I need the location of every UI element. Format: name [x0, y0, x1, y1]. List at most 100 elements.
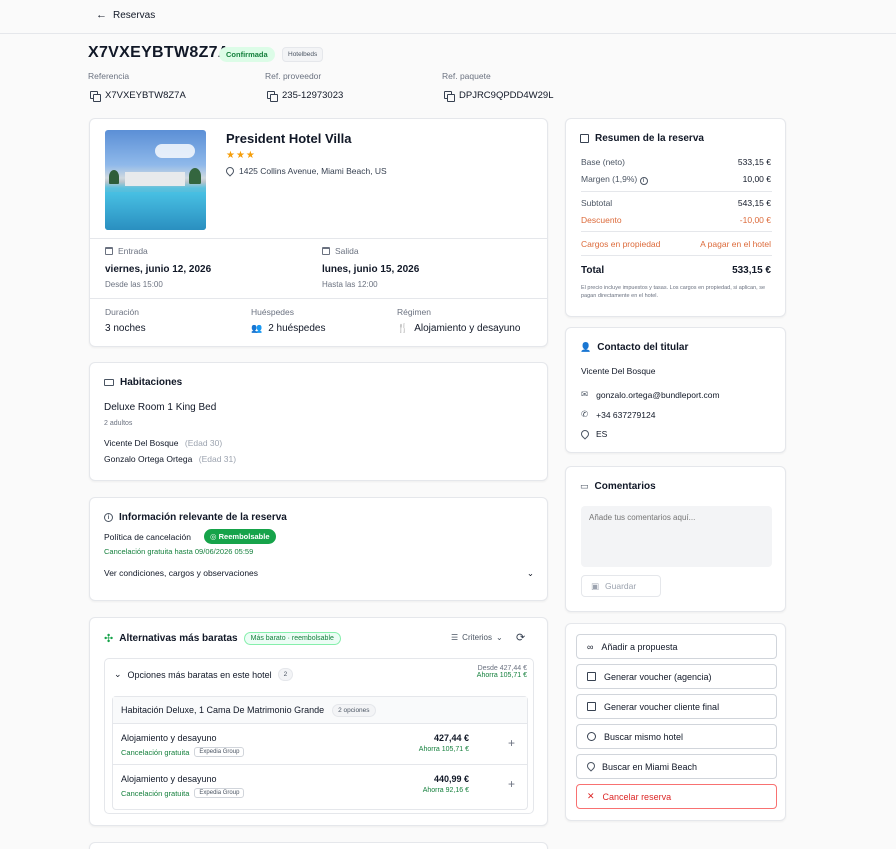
- rate-cancel-text: Cancelación gratuita: [121, 788, 190, 798]
- margin-value: 10,00 €: [742, 174, 771, 184]
- supplier-tag: Expedia Group: [194, 788, 245, 798]
- chevron-down-icon: ⌄: [526, 568, 534, 578]
- checkout-date: lunes, junio 15, 2026: [322, 264, 420, 275]
- add-to-proposal-label: Añadir a propuesta: [601, 641, 678, 652]
- chevron-down-icon: ⌄: [114, 669, 122, 679]
- voucher-agency-button[interactable]: Generar voucher (agencia): [576, 664, 777, 689]
- cancel-booking-button[interactable]: ✕ Cancelar reserva: [576, 784, 777, 809]
- copy-icon[interactable]: [90, 91, 101, 102]
- search-same-hotel-label: Buscar mismo hotel: [604, 731, 684, 742]
- board-value: 🍴 Alojamiento y desayuno: [397, 323, 520, 334]
- summary-title-text: Resumen de la reserva: [595, 133, 704, 144]
- search-destination-button[interactable]: Buscar en Miami Beach: [576, 754, 777, 779]
- rate-cancel: Cancelación gratuita Expedia Group: [121, 788, 245, 798]
- comments-card: ▭ Comentarios ▣ Guardar: [565, 466, 786, 612]
- supplier-tag: Expedia Group: [194, 747, 245, 757]
- star-rating: ★★★: [226, 150, 256, 161]
- summary-note: El precio incluye impuestos y tasas. Los…: [581, 285, 766, 299]
- voucher-client-button[interactable]: Generar voucher cliente final: [576, 694, 777, 719]
- contact-phone[interactable]: ✆ +34 637279124: [581, 409, 655, 420]
- group-count: 2: [277, 668, 294, 681]
- property-label: Cargos en propiedad: [581, 239, 661, 249]
- status-badge: Confirmada: [219, 47, 275, 62]
- rooms-card: Habitaciones Deluxe Room 1 King Bed 2 ad…: [89, 362, 548, 481]
- info-title-text: Información relevante de la reserva: [119, 512, 287, 523]
- subtotal-label: Subtotal: [581, 198, 613, 208]
- cancel-booking-label: Cancelar reserva: [602, 791, 672, 802]
- provider-ref-value[interactable]: 235-12973023: [267, 90, 344, 102]
- info-icon[interactable]: i: [639, 177, 648, 185]
- guest-name: Gonzalo Ortega Ortega: [104, 454, 193, 464]
- criteria-dropdown[interactable]: ☰ Criterios ⌄: [451, 633, 503, 642]
- cheaper-badge: Más barato · reembolsable: [243, 632, 341, 645]
- refundable-badge: ◎ Reembolsable: [204, 529, 276, 544]
- package-ref-value[interactable]: DPJRC9QPDD4W29L: [444, 90, 554, 102]
- map-pin-icon: [226, 167, 233, 176]
- discount-label: Descuento: [581, 215, 622, 225]
- rate-cancel: Cancelación gratuita Expedia Group: [121, 747, 245, 757]
- refresh-icon[interactable]: ⟳: [516, 631, 525, 644]
- summary-title: Resumen de la reserva: [580, 133, 704, 144]
- rooms-title-text: Habitaciones: [120, 377, 183, 388]
- back-label: Reservas: [113, 9, 156, 21]
- copy-icon[interactable]: [267, 91, 278, 102]
- room-occupancy: 2 adultos: [104, 420, 133, 427]
- comments-textarea[interactable]: [581, 506, 772, 567]
- hotel-photo: [105, 130, 206, 230]
- group-price: Desde 427,44 € Ahorra 105,71 €: [477, 665, 527, 679]
- voucher-agency-label: Generar voucher (agencia): [604, 671, 712, 682]
- back-link[interactable]: ← Reservas: [96, 9, 155, 21]
- comments-title-text: Comentarios: [594, 481, 656, 492]
- checkin-label: Entrada: [105, 246, 148, 256]
- info-icon: i: [104, 513, 113, 522]
- contact-country-text: ES: [596, 429, 608, 439]
- rate-board: Alojamiento y desayuno: [121, 733, 217, 743]
- guest-age: (Edad 31): [198, 454, 237, 464]
- ref-value[interactable]: X7VXEYBTW8Z7A: [90, 90, 186, 102]
- contact-email-text: gonzalo.ortega@bundleport.com: [596, 389, 720, 400]
- save-button[interactable]: ▣ Guardar: [581, 575, 661, 597]
- info-title: i Información relevante de la reserva: [104, 512, 287, 523]
- copy-icon[interactable]: [444, 91, 455, 102]
- margin-row: Margen (1,9%) i 10,00 €: [581, 174, 771, 185]
- add-option-icon[interactable]: +: [508, 777, 515, 791]
- add-to-proposal-button[interactable]: ∞ Añadir a propuesta: [576, 634, 777, 659]
- guests-value-text: 2 huéspedes: [268, 323, 326, 334]
- top-bar: ← Reservas: [0, 0, 896, 34]
- contact-name: Vicente Del Bosque: [581, 366, 656, 376]
- rate-board: Alojamiento y desayuno: [121, 774, 217, 784]
- conditions-toggle[interactable]: Ver condiciones, cargos y observaciones …: [104, 568, 534, 579]
- shield-check-icon: ◎: [210, 532, 217, 541]
- total-row: Total 533,15 €: [581, 265, 771, 276]
- guest-name: Vicente Del Bosque: [104, 438, 179, 448]
- total-value: 533,15 €: [732, 265, 771, 276]
- rate-price: 440,99 €: [433, 774, 469, 784]
- address-text: 1425 Collins Avenue, Miami Beach, US: [239, 166, 387, 176]
- subtotal-row: Subtotal 543,15 €: [581, 198, 771, 208]
- file-icon: [587, 672, 596, 681]
- file-icon: [587, 702, 596, 711]
- room-option-count: 2 opciones: [332, 703, 376, 717]
- provider-badge: Hotelbeds: [282, 47, 324, 62]
- checkin-time: Desde las 15:00: [105, 280, 163, 289]
- phone-icon: ✆: [581, 409, 589, 419]
- group-toggle[interactable]: ⌄ Opciones más baratas en este hotel 2: [114, 668, 294, 681]
- search-same-hotel-button[interactable]: Buscar mismo hotel: [576, 724, 777, 749]
- base-label: Base (neto): [581, 157, 625, 167]
- room-option-box: Habitación Deluxe, 1 Cama De Matrimonio …: [112, 696, 528, 810]
- provider-ref-label: Ref. proveedor: [265, 71, 322, 81]
- checkin-date: viernes, junio 12, 2026: [105, 264, 212, 275]
- add-option-icon[interactable]: +: [508, 736, 515, 750]
- property-value: A pagar en el hotel: [700, 239, 771, 249]
- board-value-text: Alojamiento y desayuno: [414, 323, 521, 334]
- rate-saving: Ahorra 92,16 €: [422, 787, 469, 794]
- rate-price: 427,44 €: [433, 733, 469, 743]
- map-pin-icon: [587, 762, 594, 771]
- provider-ref-text: 235-12973023: [282, 90, 344, 101]
- hotel-card: President Hotel Villa ★★★ 1425 Collins A…: [89, 118, 548, 347]
- bed-icon: [104, 379, 114, 386]
- alternatives-group: ⌄ Opciones más baratas en este hotel 2 D…: [104, 658, 534, 814]
- alternatives-title: ✣ Alternativas más baratas Más barato · …: [104, 632, 341, 645]
- link-icon: ∞: [587, 641, 594, 652]
- contact-email[interactable]: ✉ gonzalo.ortega@bundleport.com: [581, 389, 720, 400]
